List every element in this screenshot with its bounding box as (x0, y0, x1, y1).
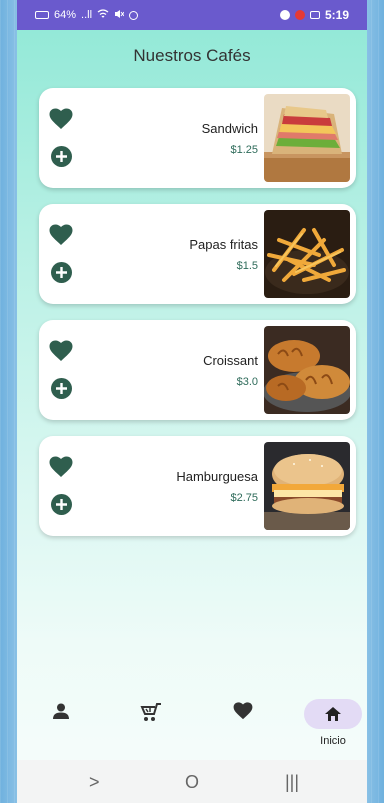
add-to-cart-plus-icon[interactable] (51, 378, 72, 399)
fries-image (264, 210, 350, 298)
battery-icon (35, 11, 49, 19)
product-name: Hamburguesa (176, 469, 258, 484)
status-right: 5:19 (279, 8, 349, 22)
recents-button[interactable]: ||| (285, 772, 299, 793)
status-left: 64% ..ll (35, 8, 139, 22)
product-card-sandwich[interactable]: Sandwich $1.25 (39, 88, 356, 188)
nav-cart[interactable] (121, 702, 181, 727)
heart-icon (233, 702, 253, 720)
status-bar: 64% ..ll 5:19 (17, 0, 367, 30)
add-to-cart-plus-icon[interactable] (51, 262, 72, 283)
product-price: $1.25 (230, 144, 258, 156)
page-title: Nuestros Cafés (133, 46, 251, 65)
alarm-icon (129, 10, 139, 20)
app-icon (279, 10, 290, 20)
favorite-heart-icon[interactable] (49, 224, 73, 246)
mute-icon (114, 9, 125, 22)
product-name: Papas fritas (189, 237, 258, 252)
wifi-icon (97, 8, 109, 22)
signal-text: ..ll (81, 9, 93, 21)
person-icon (53, 703, 69, 719)
favorite-heart-icon[interactable] (49, 108, 73, 130)
nav-home[interactable] (304, 699, 362, 729)
favorite-heart-icon[interactable] (49, 340, 73, 362)
favorite-heart-icon[interactable] (49, 456, 73, 478)
back-button[interactable]: > (89, 772, 100, 793)
nav-home-label: Inicio (320, 735, 346, 747)
product-card-fries[interactable]: Papas fritas $1.5 (39, 204, 356, 304)
home-icon (325, 707, 341, 721)
status-time: 5:19 (324, 8, 349, 22)
home-button[interactable]: O (185, 772, 199, 793)
add-to-cart-plus-icon[interactable] (51, 494, 72, 515)
product-price: $2.75 (230, 492, 258, 504)
gallery-icon (309, 11, 320, 19)
youtube-icon (294, 10, 305, 20)
product-name: Croissant (203, 353, 258, 368)
product-card-burger[interactable]: Hamburguesa $2.75 (39, 436, 356, 536)
sandwich-image (264, 94, 350, 182)
nav-profile[interactable] (31, 702, 91, 725)
nav-favorites[interactable] (213, 702, 273, 725)
system-navigation-bar: > O ||| (17, 760, 367, 803)
burger-image (264, 442, 350, 530)
product-card-croissant[interactable]: Croissant $3.0 (39, 320, 356, 420)
phone-screen: 64% ..ll 5:19 Nuestros Cafés Sandwich $1… (17, 0, 367, 803)
product-price: $3.0 (236, 376, 258, 388)
bottom-navigation: Inicio (17, 690, 367, 760)
product-price: $1.5 (236, 260, 258, 272)
battery-percent: 64% (54, 9, 77, 21)
add-to-cart-plus-icon[interactable] (51, 146, 72, 167)
croissant-image (264, 326, 350, 414)
cart-icon (140, 703, 161, 721)
product-name: Sandwich (201, 121, 258, 136)
